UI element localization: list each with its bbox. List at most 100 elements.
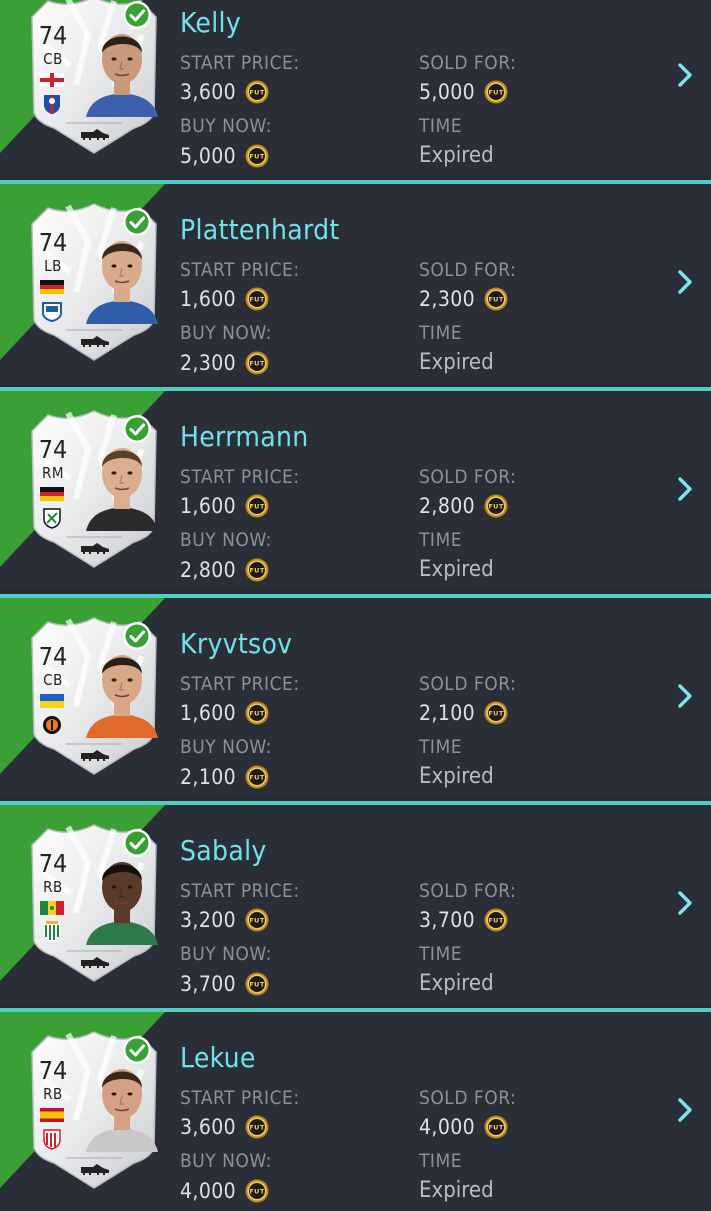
player-card[interactable]: 74 CB	[30, 0, 158, 155]
player-position: CB	[43, 50, 63, 68]
player-position: RB	[43, 878, 63, 896]
player-rating: 74	[38, 435, 68, 464]
svg-text:FUT: FUT	[249, 567, 265, 575]
fut-coin-icon: FUT	[236, 1114, 269, 1139]
buy-now-label: BUY NOW:	[180, 322, 272, 344]
svg-text:FUT: FUT	[488, 89, 504, 97]
player-rating: 74	[38, 1056, 68, 1085]
fut-coin-icon: FUT	[236, 493, 269, 518]
time-label: TIME	[419, 943, 463, 965]
player-photo	[86, 431, 158, 535]
transfer-list-item[interactable]: 74 RB Lekue START PRICE: 3,600 FUT BUY NOW: 4,0…	[0, 1008, 711, 1211]
start-price-value: 1,600 FUT	[180, 493, 269, 518]
player-card[interactable]: 74 RB	[30, 1030, 158, 1190]
player-rating: 74	[38, 849, 68, 878]
player-name: Kryvtsov	[180, 627, 293, 660]
start-price-value: 3,200 FUT	[180, 907, 269, 932]
sold-for-value: 2,800 FUT	[419, 493, 508, 518]
buy-now-value: 3,700 FUT	[180, 971, 269, 996]
sold-for-label: SOLD FOR:	[419, 466, 517, 488]
svg-text:FUT: FUT	[249, 360, 265, 368]
player-position: RM	[41, 464, 65, 482]
start-price-value: 3,600 FUT	[180, 1114, 269, 1139]
time-value: Expired	[419, 1178, 494, 1203]
sold-for-label: SOLD FOR:	[419, 1087, 517, 1109]
time-value: Expired	[419, 143, 494, 168]
fut-coin-icon: FUT	[236, 764, 269, 789]
buy-now-label: BUY NOW:	[180, 736, 272, 758]
player-name: Lekue	[180, 1041, 256, 1074]
time-value: Expired	[419, 764, 494, 789]
time-value: Expired	[419, 971, 494, 996]
fut-coin-icon: FUT	[475, 493, 508, 518]
svg-text:FUT: FUT	[249, 774, 265, 782]
time-label: TIME	[419, 1150, 463, 1172]
start-price-label: START PRICE:	[180, 259, 300, 281]
svg-text:FUT: FUT	[249, 1188, 265, 1196]
sold-for-label: SOLD FOR:	[419, 673, 517, 695]
fut-coin-icon: FUT	[236, 1178, 269, 1203]
buy-now-value: 2,300 FUT	[180, 350, 269, 375]
start-price-value: 1,600 FUT	[180, 286, 269, 311]
player-card[interactable]: 74 RB	[30, 823, 158, 983]
buy-now-value: 2,800 FUT	[180, 557, 269, 582]
player-rating: 74	[38, 642, 68, 671]
fut-coin-icon: FUT	[236, 143, 269, 168]
svg-text:FUT: FUT	[249, 89, 265, 97]
fut-coin-icon: FUT	[236, 907, 269, 932]
transfer-list-item[interactable]: 74 LB Plattenhardt START PRICE: 1,600 FUT BUY …	[0, 180, 711, 383]
player-name: Kelly	[180, 6, 242, 39]
fut-coin-icon: FUT	[475, 700, 508, 725]
svg-text:FUT: FUT	[488, 296, 504, 304]
svg-text:FUT: FUT	[249, 503, 265, 511]
buy-now-label: BUY NOW:	[180, 1150, 272, 1172]
player-card[interactable]: 74 RM	[30, 409, 158, 569]
player-rating: 74	[38, 228, 68, 257]
transfer-list-item[interactable]: 74 CB Kelly START PRICE: 3,600 FUT BUY NOW: 5,0…	[0, 0, 711, 176]
player-position: CB	[43, 671, 63, 689]
start-price-label: START PRICE:	[180, 466, 300, 488]
start-price-value: 3,600 FUT	[180, 79, 269, 104]
player-card[interactable]: 74 CB	[30, 616, 158, 776]
sold-for-value: 4,000 FUT	[419, 1114, 508, 1139]
buy-now-label: BUY NOW:	[180, 115, 272, 137]
player-rating: 74	[38, 21, 68, 50]
sold-for-value: 2,300 FUT	[419, 286, 508, 311]
svg-text:FUT: FUT	[249, 917, 265, 925]
fut-coin-icon: FUT	[475, 907, 508, 932]
buy-now-value: 4,000 FUT	[180, 1178, 269, 1203]
player-card[interactable]: 74 LB	[30, 202, 158, 362]
player-photo	[86, 845, 158, 949]
fut-coin-icon: FUT	[236, 350, 269, 375]
time-value: Expired	[419, 557, 494, 582]
sold-for-value: 5,000 FUT	[419, 79, 508, 104]
start-price-label: START PRICE:	[180, 880, 300, 902]
fut-coin-icon: FUT	[236, 971, 269, 996]
svg-text:FUT: FUT	[249, 296, 265, 304]
transfer-list-item[interactable]: 74 CB Kryvtsov START PRICE: 1,600 FUT BUY NOW:…	[0, 594, 711, 797]
transfer-list-item[interactable]: 74 RM Herrmann START PRICE: 1,600 FUT BUY NOW:…	[0, 387, 711, 590]
sold-for-label: SOLD FOR:	[419, 880, 517, 902]
svg-text:FUT: FUT	[249, 1124, 265, 1132]
time-label: TIME	[419, 736, 463, 758]
transfer-list-item[interactable]: 74 RB Sabaly START PRICE: 3,200 FUT BUY NOW: 3,…	[0, 801, 711, 1004]
svg-text:FUT: FUT	[488, 1124, 504, 1132]
svg-text:FUT: FUT	[488, 710, 504, 718]
start-price-label: START PRICE:	[180, 673, 300, 695]
player-photo	[86, 17, 158, 121]
sold-for-label: SOLD FOR:	[419, 52, 517, 74]
player-photo	[86, 1052, 158, 1156]
start-price-label: START PRICE:	[180, 1087, 300, 1109]
start-price-label: START PRICE:	[180, 52, 300, 74]
player-name: Sabaly	[180, 834, 267, 867]
fut-coin-icon: FUT	[475, 79, 508, 104]
fut-coin-icon: FUT	[236, 286, 269, 311]
time-value: Expired	[419, 350, 494, 375]
buy-now-value: 2,100 FUT	[180, 764, 269, 789]
player-position: RB	[43, 1085, 63, 1103]
player-position: LB	[44, 257, 62, 275]
fut-coin-icon: FUT	[236, 557, 269, 582]
player-photo	[86, 224, 158, 328]
buy-now-value: 5,000 FUT	[180, 143, 269, 168]
time-label: TIME	[419, 115, 463, 137]
